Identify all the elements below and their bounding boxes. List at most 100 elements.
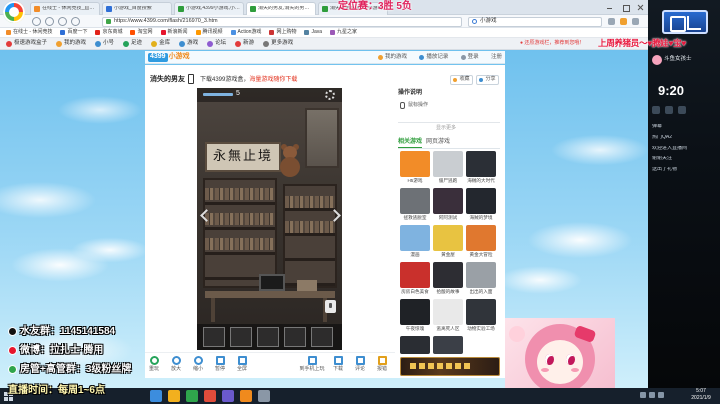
extensions-icon[interactable] (608, 18, 615, 25)
bookmark-item[interactable]: Action游戏 (230, 29, 261, 36)
browser-icon[interactable] (240, 390, 252, 402)
bookmark-item[interactable]: Java (304, 29, 322, 36)
tool-button[interactable]: 报错 (369, 356, 395, 373)
nav-my-games[interactable]: 我的游戏 (378, 54, 407, 60)
chevron-left-icon[interactable] (200, 208, 210, 222)
scene-calligraphy-scroll[interactable]: 永無止境 (205, 142, 281, 172)
scene-box[interactable] (297, 280, 317, 291)
inventory-slot[interactable] (257, 327, 279, 347)
tab-related-games[interactable]: 相关游戏 (398, 139, 423, 148)
related-game-item[interactable]: 动物实验工场 (466, 299, 496, 331)
toolbar-item[interactable]: 足迹 (123, 40, 142, 47)
toolbar-item[interactable]: 更多游戏 (263, 40, 293, 47)
folder-icon[interactable] (168, 390, 180, 402)
game-thumbnail (400, 299, 430, 325)
info-text: 微博：拉扎士·腾用 (20, 345, 104, 356)
nav-register[interactable]: 注册 (491, 54, 502, 60)
related-game-item[interactable]: 海贼的大时代 (466, 151, 496, 183)
bookmark-item[interactable]: 腾讯视频 (195, 29, 223, 36)
related-game-item[interactable]: 黄金大冒险 (466, 225, 496, 257)
bookmark-item[interactable]: 百度一下 (60, 29, 87, 36)
scene-desk[interactable] (205, 291, 335, 298)
toolbar-item[interactable]: 游戏 (179, 40, 198, 47)
download-icon[interactable] (620, 18, 627, 25)
related-game-item[interactable]: 海贼的梦境 (466, 188, 496, 220)
related-game-item[interactable]: 午夜惊魂 (400, 299, 430, 331)
related-game-item[interactable]: 拯救逃脱室 (400, 188, 430, 220)
bookmark-item[interactable]: 新浪新闻 (160, 29, 188, 36)
browser-tab[interactable]: 小游戏,4399小游戏,小游戏大全 (174, 2, 244, 15)
nav-history[interactable]: 播放记录 (419, 54, 448, 60)
refresh-icon[interactable] (58, 17, 67, 26)
tool-button[interactable]: 全屏 (229, 356, 255, 373)
search-input[interactable]: 小游戏 (468, 16, 602, 27)
app-icon[interactable] (150, 390, 162, 402)
toolbar-item[interactable]: 小号 (95, 40, 114, 47)
related-game-item[interactable]: 阿阿测试 (433, 188, 463, 220)
browser-tab[interactable]: 小游戏_百度搜索 (102, 2, 172, 15)
tab-web-games[interactable]: 网页游戏 (426, 139, 450, 146)
ime-icon[interactable] (658, 392, 664, 398)
related-game-item[interactable]: 房房白色美食 (400, 262, 430, 294)
bookmark-item[interactable]: 淘宝网 (130, 29, 153, 36)
related-game-item[interactable] (433, 336, 463, 354)
inventory-slot[interactable] (230, 327, 252, 347)
ad-banner[interactable] (400, 357, 500, 376)
forward-icon[interactable] (45, 17, 54, 26)
browser-tab[interactable]: 在线士 - 休闲竞技_直播间 (30, 2, 100, 15)
related-game-item[interactable]: 出出的入面 (466, 262, 496, 294)
toolbar-item[interactable]: 新游 (235, 40, 254, 47)
scene-teddy-bear[interactable] (277, 144, 303, 178)
menu-icon[interactable] (632, 18, 639, 25)
bookmark-item[interactable]: 在线士 - 休闲竞技 (6, 29, 52, 36)
toolbar-notice[interactable]: ● 还原游戏栏，推荐到您哦！ (520, 40, 584, 47)
inventory-slot[interactable] (284, 327, 306, 347)
bookmark-item[interactable]: 京东商城 (95, 29, 122, 36)
maximize-icon[interactable] (620, 2, 631, 13)
nav-login[interactable]: 登录 (460, 54, 479, 60)
inventory-slot[interactable] (311, 327, 333, 347)
related-game-item[interactable]: 逃离死人区 (433, 299, 463, 331)
related-game-item[interactable] (400, 336, 430, 354)
close-icon[interactable] (635, 2, 646, 13)
home-icon[interactable] (71, 17, 80, 26)
taskbar-time[interactable]: 5:07 (686, 388, 716, 395)
scene-bookshelf-right[interactable] (283, 184, 337, 288)
volume-icon[interactable] (649, 392, 655, 398)
promo-link[interactable]: 下载4399游戏盒，海量游戏随你下载 (200, 77, 297, 84)
inventory-slot[interactable] (203, 327, 225, 347)
collect-button[interactable]: 收藏 (450, 75, 473, 85)
toolbar-item[interactable]: 极速游戏盒子 (6, 40, 47, 47)
minimize-icon[interactable] (604, 2, 615, 13)
address-input[interactable]: https://www.4399.com/flash/216970_3.htm (102, 16, 462, 27)
bookmark-item[interactable]: 九星之家 (330, 29, 357, 36)
related-game-item[interactable]: 拾酸的故事 (433, 262, 463, 294)
toolbar-item[interactable]: 论坛 (207, 40, 226, 47)
related-game-item[interactable]: 僵尸逃跑 (433, 151, 463, 183)
site-logo[interactable]: 4399 小游戏 (148, 52, 190, 63)
app-icon[interactable] (258, 390, 270, 402)
app-icon[interactable] (204, 390, 216, 402)
show-more-link[interactable]: 显示更多 (436, 125, 456, 132)
toolbar-item[interactable]: 我的游戏 (56, 40, 86, 47)
chevron-right-icon[interactable] (330, 208, 340, 222)
app-icon[interactable] (186, 390, 198, 402)
back-icon[interactable] (32, 17, 41, 26)
browser-tab[interactable]: 消失的男友,消失的男友小游戏 (246, 2, 316, 15)
browser-logo-icon[interactable] (3, 1, 25, 23)
bookmark-item[interactable]: 网上购物 (269, 29, 296, 36)
share-button[interactable]: 分享 (476, 75, 499, 85)
related-game-item[interactable]: H5游戏 (400, 151, 430, 183)
gear-icon[interactable] (325, 90, 335, 100)
related-game-item[interactable]: 黄金屋 (433, 225, 463, 257)
network-icon[interactable] (640, 392, 646, 398)
scene-computer[interactable] (259, 274, 285, 291)
scene-bookshelf-left[interactable] (203, 178, 277, 288)
tool-button[interactable]: 到手机上玩 (299, 356, 325, 373)
related-game-item[interactable]: 漫画 (400, 225, 430, 257)
app-icon[interactable] (222, 390, 234, 402)
game-canvas[interactable]: 永無止境 5 (197, 88, 342, 350)
toolbar-item[interactable]: 金库 (151, 40, 170, 47)
hint-icon[interactable] (325, 300, 336, 313)
taskbar-date[interactable]: 2021/1/9 (686, 395, 716, 402)
